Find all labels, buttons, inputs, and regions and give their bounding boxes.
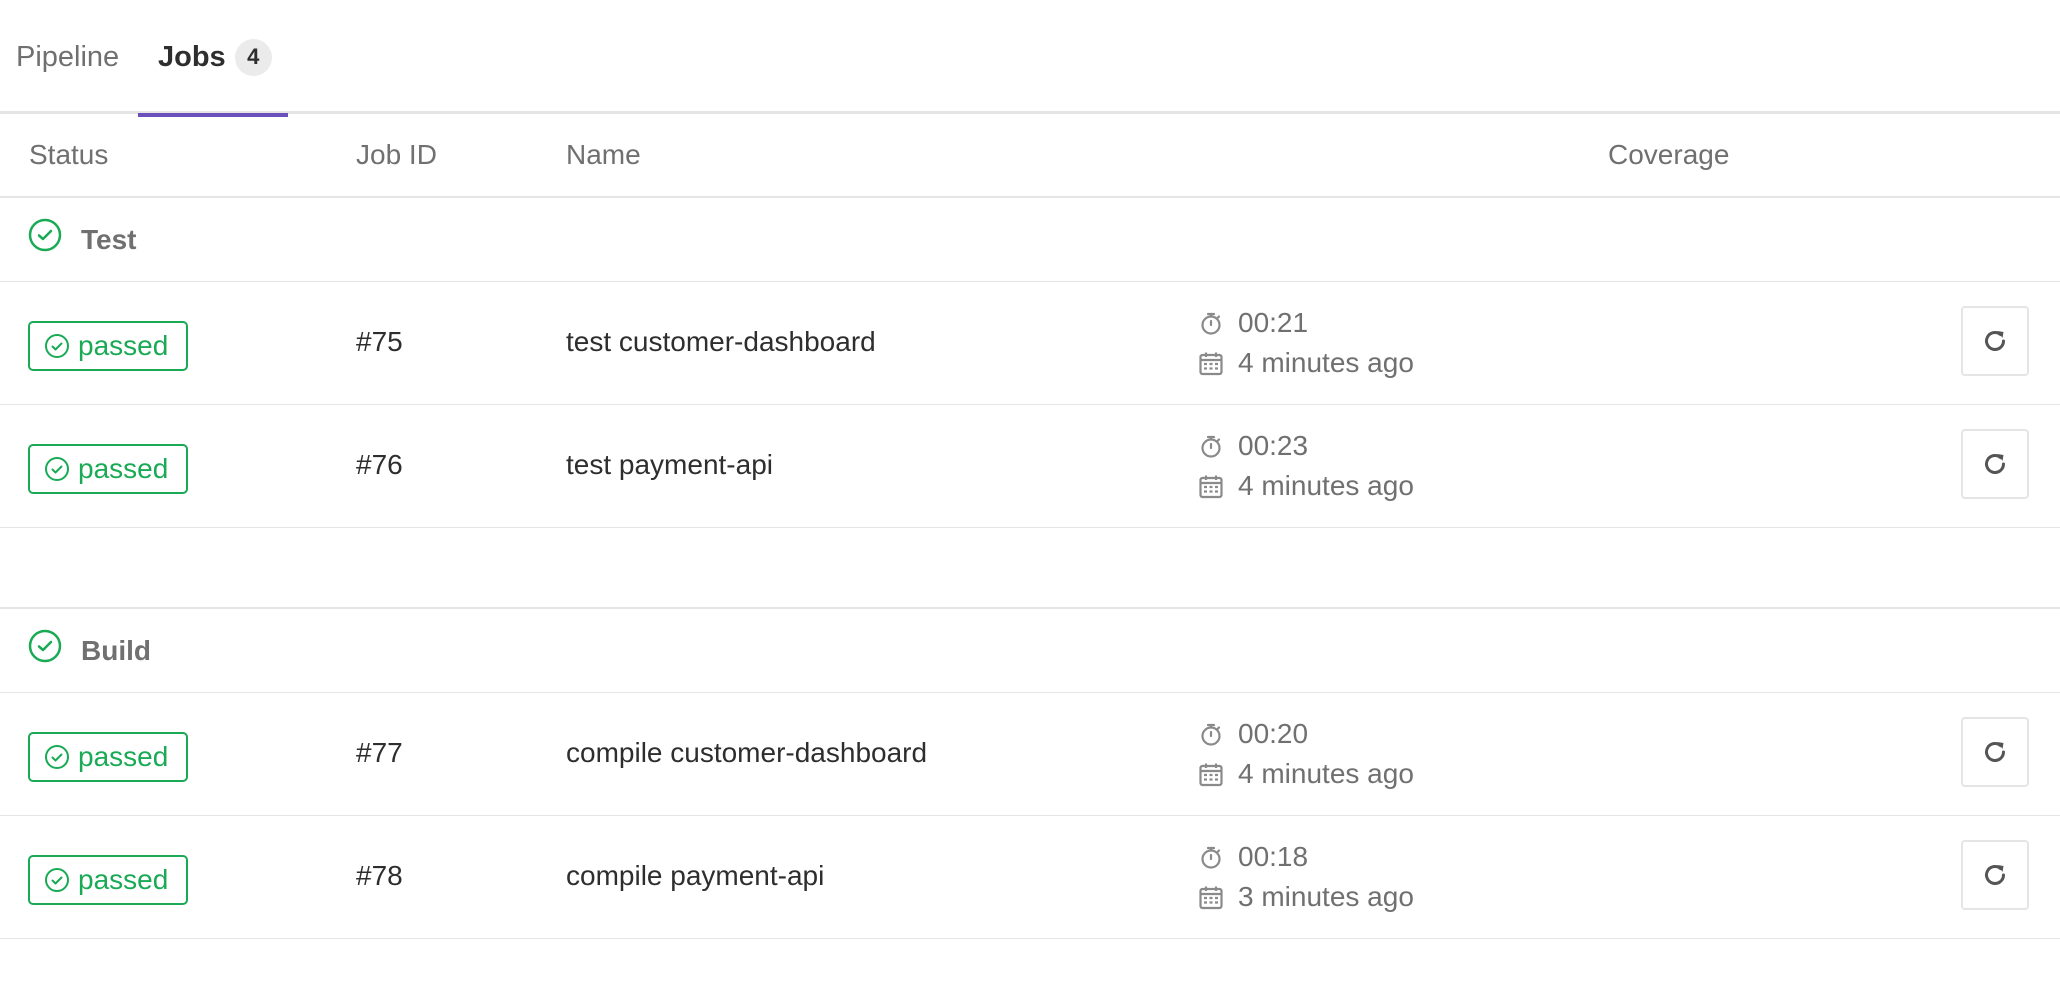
check-circle-icon <box>45 745 69 769</box>
job-duration: 00:18 <box>1238 841 1309 872</box>
job-id-link[interactable]: #75 <box>356 326 403 358</box>
pipeline-tabs: Pipeline Jobs 4 <box>0 0 2060 117</box>
stopwatch-icon <box>1201 846 1221 869</box>
header-status: Status <box>29 139 109 170</box>
job-id-link[interactable]: #76 <box>356 449 403 481</box>
job-id-link[interactable]: #77 <box>356 737 403 769</box>
job-row: passed #77 compile customer-dashboard 00… <box>0 693 2060 816</box>
job-finished-time: 4 minutes ago <box>1238 758 1414 789</box>
check-circle-icon <box>28 218 62 252</box>
status-badge-label: passed <box>78 741 169 772</box>
retry-button[interactable] <box>1961 429 2029 499</box>
job-duration: 00:23 <box>1238 430 1309 461</box>
job-finished-time: 3 minutes ago <box>1238 881 1414 912</box>
stage-separator <box>0 528 2060 609</box>
retry-icon <box>1985 742 2005 762</box>
stopwatch-icon <box>1201 723 1221 746</box>
status-badge-label: passed <box>78 864 169 895</box>
check-circle-icon <box>45 334 69 358</box>
calendar-icon <box>1199 763 1223 787</box>
stopwatch-icon <box>1201 435 1221 458</box>
check-circle-icon <box>28 629 62 663</box>
status-badge[interactable]: passed <box>28 855 188 905</box>
check-circle-icon <box>45 457 69 481</box>
job-timing: 00:21 4 minutes ago <box>1198 303 1414 383</box>
job-timing: 00:23 4 minutes ago <box>1198 426 1414 506</box>
calendar-icon <box>1199 475 1223 499</box>
status-badge-label: passed <box>78 453 169 484</box>
job-finished-time: 4 minutes ago <box>1238 347 1414 378</box>
retry-button[interactable] <box>1961 717 2029 787</box>
job-name-link[interactable]: compile payment-api <box>566 860 824 892</box>
header-job-id: Job ID <box>356 139 437 170</box>
job-row: passed #75 test customer-dashboard 00:21… <box>0 282 2060 405</box>
retry-icon <box>1985 865 2005 885</box>
tab-jobs-label: Jobs <box>158 40 226 73</box>
job-name-link[interactable]: compile customer-dashboard <box>566 737 927 769</box>
stage-row-build: Build <box>0 609 2060 693</box>
retry-icon <box>1985 331 2005 351</box>
retry-button[interactable] <box>1961 306 2029 376</box>
check-circle-icon <box>45 868 69 892</box>
stage-row-test: Test <box>0 198 2060 282</box>
stage-name: Build <box>81 635 151 666</box>
job-finished-time: 4 minutes ago <box>1238 470 1414 501</box>
status-badge-label: passed <box>78 330 169 361</box>
stage-name: Test <box>81 224 137 255</box>
calendar-icon <box>1199 886 1223 910</box>
calendar-icon <box>1199 352 1223 376</box>
job-timing: 00:20 4 minutes ago <box>1198 714 1414 794</box>
tab-jobs[interactable]: Jobs 4 <box>138 0 288 117</box>
job-row: passed #78 compile payment-api 00:18 3 m… <box>0 816 2060 939</box>
job-duration: 00:20 <box>1238 718 1309 749</box>
header-coverage: Coverage <box>1608 139 1730 170</box>
stopwatch-icon <box>1201 312 1221 335</box>
job-row: passed #76 test payment-api 00:23 4 minu… <box>0 405 2060 528</box>
job-timing: 00:18 3 minutes ago <box>1198 837 1414 917</box>
tab-pipeline[interactable]: Pipeline <box>16 0 119 114</box>
tab-pipeline-label: Pipeline <box>16 40 120 73</box>
jobs-count-badge: 4 <box>234 38 272 76</box>
job-duration: 00:21 <box>1238 307 1309 338</box>
retry-icon <box>1985 454 2005 474</box>
status-badge[interactable]: passed <box>28 321 188 371</box>
status-badge[interactable]: passed <box>28 444 188 494</box>
jobs-table-header: Status Job ID Name Coverage <box>0 114 2060 198</box>
job-id-link[interactable]: #78 <box>356 860 403 892</box>
status-badge[interactable]: passed <box>28 732 188 782</box>
header-name: Name <box>566 139 641 170</box>
job-name-link[interactable]: test payment-api <box>566 449 773 481</box>
retry-button[interactable] <box>1961 840 2029 910</box>
job-name-link[interactable]: test customer-dashboard <box>566 326 876 358</box>
